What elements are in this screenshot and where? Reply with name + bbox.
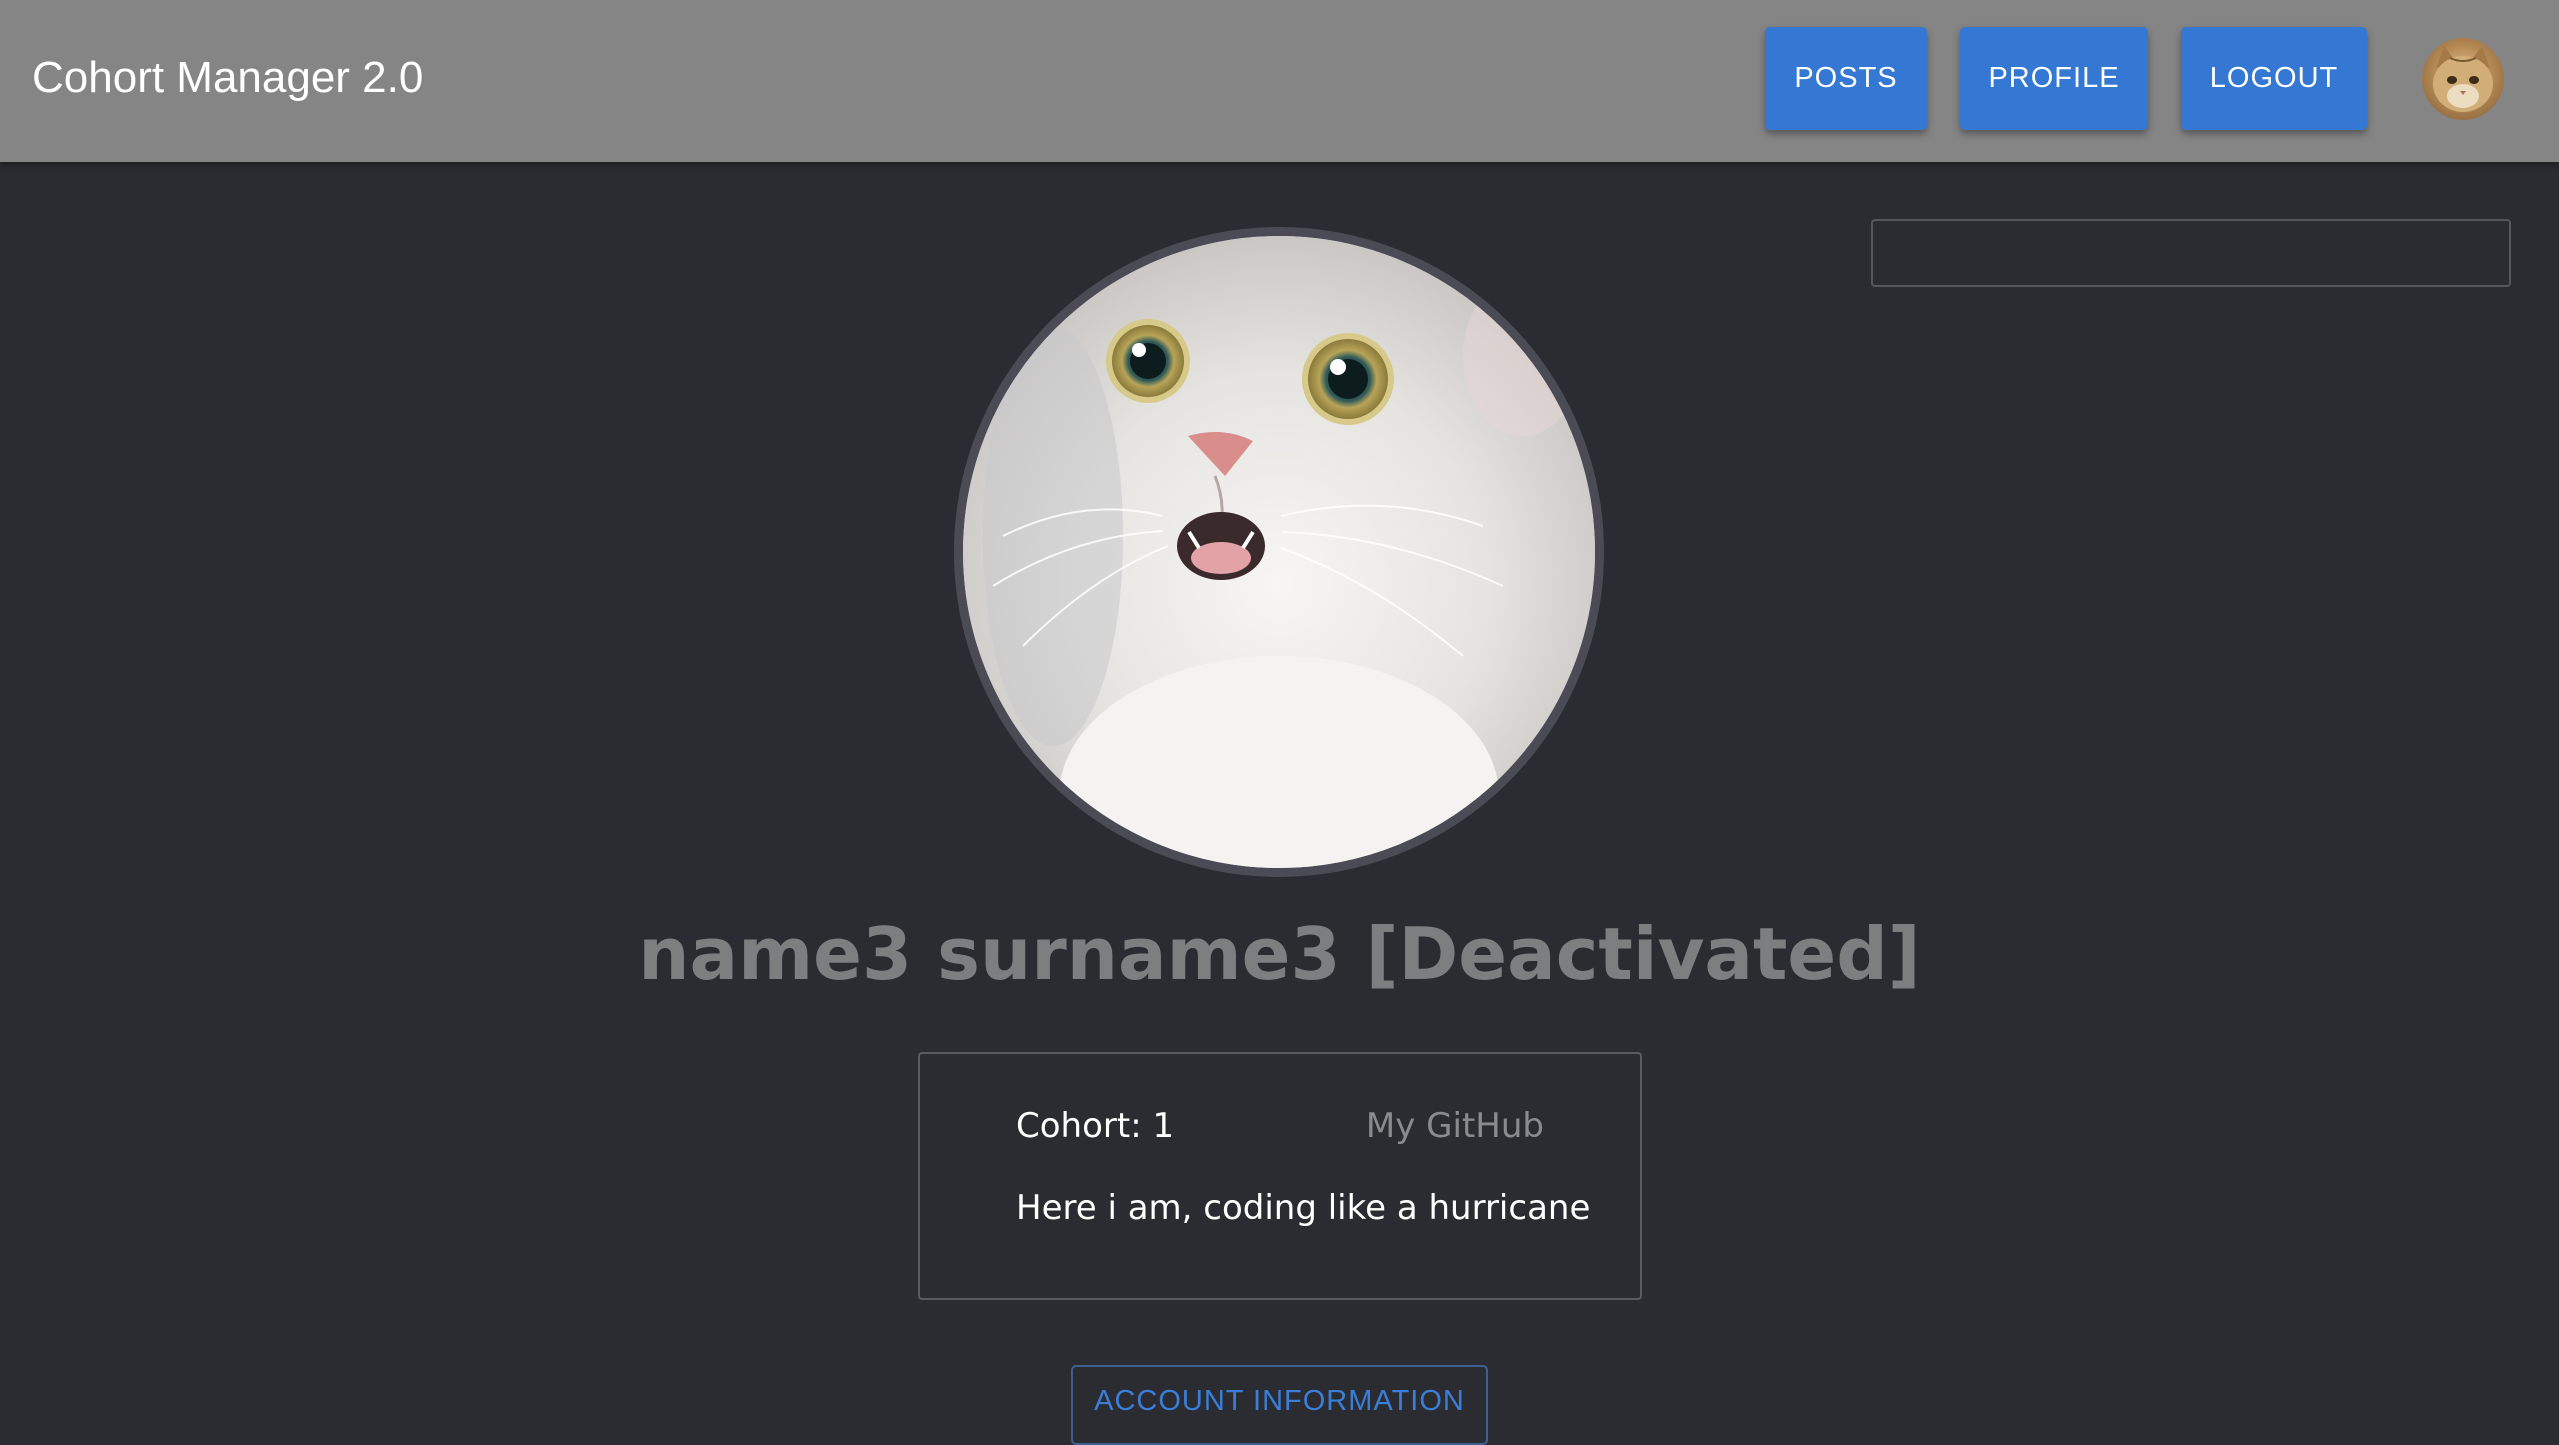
github-link[interactable]: My GitHub [1366, 1106, 1544, 1146]
cat-avatar-icon [2433, 46, 2493, 112]
profile-info-card: Cohort: 1 My GitHub Here i am, coding li… [918, 1052, 1642, 1300]
search-input[interactable] [1871, 219, 2511, 287]
app-title: Cohort Manager 2.0 [32, 53, 424, 102]
cohort-label: Cohort: 1 [1016, 1106, 1175, 1146]
app-bar: Cohort Manager 2.0 POSTS PROFILE LOGOUT [0, 0, 2559, 162]
profile-name: name3 surname3 [Deactivated] [638, 912, 1921, 996]
user-avatar[interactable] [2422, 38, 2504, 120]
posts-button[interactable]: POSTS [1765, 27, 1927, 130]
bio-text: Here i am, coding like a hurricane [1016, 1188, 1591, 1228]
profile-button[interactable]: PROFILE [1960, 27, 2148, 130]
profile-avatar [954, 227, 1604, 877]
cat-photo [963, 236, 1595, 868]
logout-button[interactable]: LOGOUT [2181, 27, 2367, 130]
account-information-button[interactable]: ACCOUNT INFORMATION [1071, 1365, 1488, 1445]
